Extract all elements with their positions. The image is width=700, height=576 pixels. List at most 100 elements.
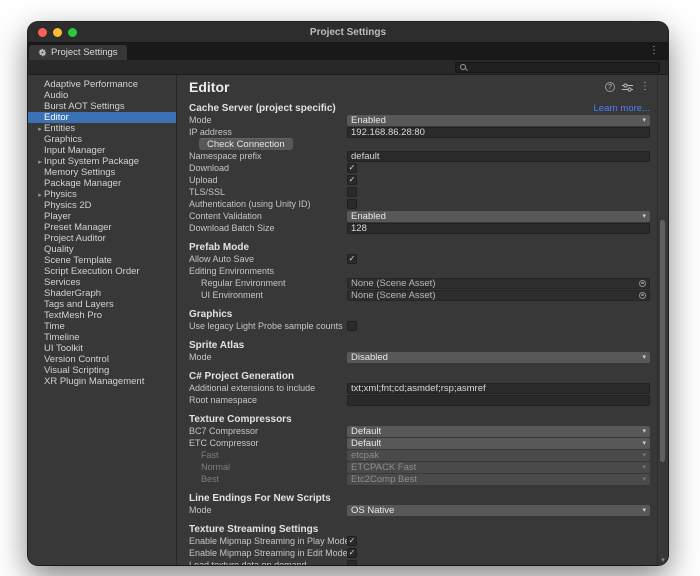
download-batch-size-field[interactable]: 128: [347, 223, 650, 234]
load-on-demand-checkbox[interactable]: ✓: [347, 560, 357, 565]
sidebar-item-ui-toolkit[interactable]: UI Toolkit: [28, 343, 176, 354]
section-heading: Texture Compressors: [189, 414, 292, 425]
legacy-probes-checkbox[interactable]: ✓: [347, 321, 357, 331]
vertical-scrollbar[interactable]: ▾: [657, 75, 668, 565]
sidebar-item-xr-plugin-management[interactable]: XR Plugin Management: [28, 376, 176, 387]
etc-normal-dropdown: ETCPACK Fast▾: [347, 462, 650, 473]
sidebar-item-quality[interactable]: Quality: [28, 244, 176, 255]
learn-more-link[interactable]: Learn more...: [594, 103, 651, 114]
object-picker-icon[interactable]: [639, 280, 646, 287]
sidebar-item-input-manager[interactable]: Input Manager: [28, 145, 176, 156]
sidebar-item-graphics[interactable]: Graphics: [28, 134, 176, 145]
sidebar-item-label: ShaderGraph: [44, 288, 101, 299]
zoom-button[interactable]: [68, 28, 77, 37]
close-button[interactable]: [38, 28, 47, 37]
sidebar-item-label: Entities: [44, 123, 75, 134]
chevron-down-icon: ▾: [642, 463, 646, 471]
content-validation-dropdown[interactable]: Enabled▾: [347, 211, 650, 222]
sidebar-item-label: Timeline: [44, 332, 80, 343]
streaming-play-checkbox[interactable]: ✓: [347, 536, 357, 546]
more-menu-icon[interactable]: ⋮: [649, 46, 659, 56]
bc7-compressor-dropdown[interactable]: Default▾: [347, 426, 650, 437]
sidebar-item-label: Physics: [44, 189, 77, 200]
section-cache-server: Cache Server (project specific) Learn mo…: [189, 102, 650, 234]
setting-label: Enable Mipmap Streaming in Play Mode: [189, 536, 347, 546]
search-icon: [460, 64, 466, 70]
minimize-button[interactable]: [53, 28, 62, 37]
setting-row-editing-environments: Editing Environments: [189, 265, 650, 277]
sidebar-item-entities[interactable]: ▸ Entities: [28, 123, 176, 134]
authentication-checkbox[interactable]: ✓: [347, 199, 357, 209]
search-input[interactable]: [455, 62, 660, 73]
sidebar-item-version-control[interactable]: Version Control: [28, 354, 176, 365]
sidebar-item-label: UI Toolkit: [44, 343, 83, 354]
regular-environment-field[interactable]: None (Scene Asset): [347, 278, 650, 289]
cache-mode-dropdown[interactable]: Enabled▾: [347, 115, 650, 126]
streaming-edit-checkbox[interactable]: ✓: [347, 548, 357, 558]
ui-environment-field[interactable]: None (Scene Asset): [347, 290, 650, 301]
sidebar-item-player[interactable]: Player: [28, 211, 176, 222]
setting-row-extensions: Additional extensions to include txt;xml…: [189, 382, 650, 394]
project-settings-window: Project Settings Project Settings ⋮ Adap…: [28, 22, 668, 565]
sidebar-item-label: Version Control: [44, 354, 109, 365]
auto-save-checkbox[interactable]: ✓: [347, 254, 357, 264]
sidebar-item-time[interactable]: Time: [28, 321, 176, 332]
setting-row-bc7: BC7 Compressor Default▾: [189, 425, 650, 437]
scrollbar-thumb[interactable]: [660, 220, 665, 462]
tab-project-settings[interactable]: Project Settings: [29, 45, 127, 60]
sidebar-item-tags-and-layers[interactable]: Tags and Layers: [28, 299, 176, 310]
ip-address-field[interactable]: 192.168.86.28:80: [347, 127, 650, 138]
sidebar-item-label: Project Auditor: [44, 233, 106, 244]
sidebar-item-visual-scripting[interactable]: Visual Scripting: [28, 365, 176, 376]
sidebar-item-audio[interactable]: Audio: [28, 90, 176, 101]
setting-row-etc: ETC Compressor Default▾: [189, 437, 650, 449]
expand-arrow-icon[interactable]: ▸: [36, 158, 44, 166]
sidebar-item-label: Adaptive Performance: [44, 79, 138, 90]
setting-row-cache-mode: Mode Enabled▾: [189, 114, 650, 126]
title-bar[interactable]: Project Settings: [28, 22, 668, 43]
sidebar-item-preset-manager[interactable]: Preset Manager: [28, 222, 176, 233]
sidebar-item-memory-settings[interactable]: Memory Settings: [28, 167, 176, 178]
check-icon: ✓: [349, 549, 356, 557]
check-icon: ✓: [349, 255, 356, 263]
sidebar-item-editor[interactable]: Editor: [28, 112, 176, 123]
sidebar-item-script-execution-order[interactable]: Script Execution Order: [28, 266, 176, 277]
sprite-atlas-mode-dropdown[interactable]: Disabled▾: [347, 352, 650, 363]
sidebar-item-project-auditor[interactable]: Project Auditor: [28, 233, 176, 244]
setting-row-auto-save: Allow Auto Save ✓: [189, 253, 650, 265]
sidebar-item-scene-template[interactable]: Scene Template: [28, 255, 176, 266]
namespace-prefix-field[interactable]: default: [347, 151, 650, 162]
line-endings-mode-dropdown[interactable]: OS Native▾: [347, 505, 650, 516]
sidebar-item-label: Memory Settings: [44, 167, 115, 178]
sidebar-item-textmesh-pro[interactable]: TextMesh Pro: [28, 310, 176, 321]
sidebar-item-timeline[interactable]: Timeline: [28, 332, 176, 343]
download-checkbox[interactable]: ✓: [347, 163, 357, 173]
sidebar-item-input-system-package[interactable]: ▸ Input System Package: [28, 156, 176, 167]
scroll-down-arrow-icon[interactable]: ▾: [658, 556, 668, 564]
more-menu-icon[interactable]: ⋮: [640, 82, 650, 92]
section-heading: Line Endings For New Scripts: [189, 493, 331, 504]
section-line-endings: Line Endings For New Scripts Mode OS Nat…: [189, 492, 650, 516]
expand-arrow-icon[interactable]: ▸: [36, 125, 44, 133]
sidebar-item-adaptive-performance[interactable]: Adaptive Performance: [28, 79, 176, 90]
sidebar-item-physics[interactable]: ▸ Physics: [28, 189, 176, 200]
sidebar-item-burst-aot-settings[interactable]: Burst AOT Settings: [28, 101, 176, 112]
sidebar-item-services[interactable]: Services: [28, 277, 176, 288]
sidebar-item-shadergraph[interactable]: ShaderGraph: [28, 288, 176, 299]
section-csharp-generation: C# Project Generation Additional extensi…: [189, 370, 650, 406]
etc-compressor-dropdown[interactable]: Default▾: [347, 438, 650, 449]
sidebar-item-package-manager[interactable]: Package Manager: [28, 178, 176, 189]
check-connection-button[interactable]: Check Connection: [199, 138, 293, 150]
object-picker-icon[interactable]: [639, 292, 646, 299]
preset-icon[interactable]: [622, 83, 633, 92]
tls-checkbox[interactable]: ✓: [347, 187, 357, 197]
setting-row-streaming-edit: Enable Mipmap Streaming in Edit Mode ✓: [189, 547, 650, 559]
upload-checkbox[interactable]: ✓: [347, 175, 357, 185]
root-namespace-field[interactable]: [347, 395, 650, 406]
extensions-field[interactable]: txt;xml;fnt;cd;asmdef;rsp;asmref: [347, 383, 650, 394]
help-icon[interactable]: ?: [605, 82, 615, 92]
sidebar-item-label: Services: [44, 277, 80, 288]
expand-arrow-icon[interactable]: ▸: [36, 191, 44, 199]
sidebar-item-physics-2d[interactable]: Physics 2D: [28, 200, 176, 211]
tab-label: Project Settings: [51, 47, 118, 58]
